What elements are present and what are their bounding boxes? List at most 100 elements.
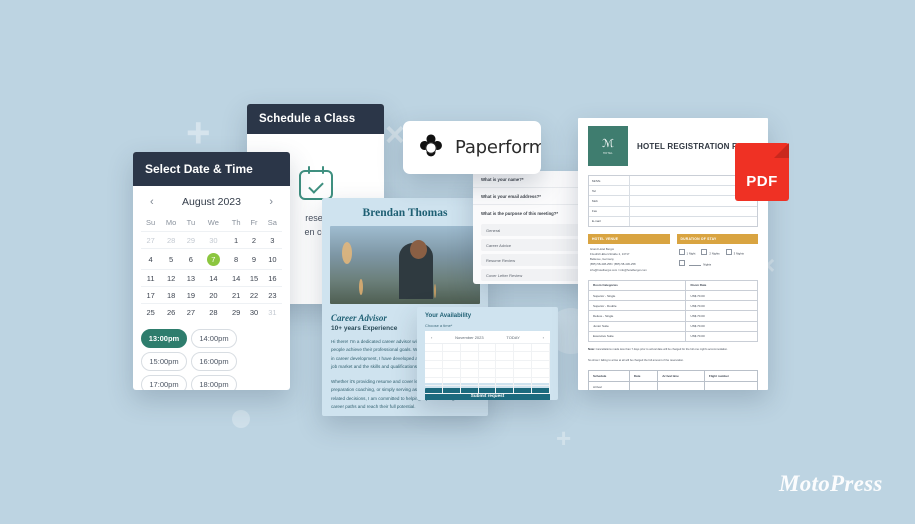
calendar-day[interactable]: 8 — [226, 248, 246, 270]
calendar-day[interactable]: 18 — [160, 286, 183, 304]
availability-day-cell[interactable] — [442, 360, 461, 370]
calendar-day[interactable]: 30 — [245, 303, 263, 320]
availability-day-cell[interactable] — [514, 369, 533, 378]
calendar-day[interactable]: 27 — [141, 231, 161, 249]
calendar-day[interactable]: 14 — [199, 269, 227, 287]
other-nights-row[interactable]: Nights — [677, 255, 759, 267]
availability-day-cell[interactable] — [514, 377, 533, 386]
checkbox-icon[interactable] — [678, 248, 685, 255]
availability-day-cell[interactable] — [425, 369, 443, 378]
nights-checkbox-item[interactable]: 1 Night — [678, 248, 695, 255]
availability-day-cell[interactable] — [478, 360, 497, 370]
calendar-day[interactable]: 25 — [141, 303, 161, 320]
purpose-option[interactable]: Career Advice› — [481, 239, 587, 251]
availability-day-cell[interactable] — [425, 360, 443, 370]
schedule-input-cell[interactable] — [703, 380, 759, 390]
availability-day-cell[interactable] — [532, 369, 550, 378]
availability-day-cell[interactable] — [496, 369, 515, 378]
calendar-day[interactable]: 6 — [182, 248, 200, 270]
nights-checkbox-item[interactable]: 3 Nights — [725, 248, 744, 255]
availability-day-cell[interactable] — [442, 369, 461, 378]
calendar-day[interactable]: 31 — [262, 303, 282, 320]
time-slot[interactable]: 18:00pm — [190, 375, 237, 390]
availability-grid[interactable] — [425, 344, 550, 395]
calendar-day-selected[interactable]: 7 — [206, 252, 220, 266]
calendar-day[interactable]: 4 — [141, 248, 161, 270]
availability-day-cell[interactable] — [478, 377, 497, 386]
availability-prev-button[interactable]: ‹ — [431, 335, 432, 340]
availability-day-cell[interactable] — [425, 344, 443, 353]
calendar-day[interactable]: 13 — [182, 269, 200, 287]
availability-day-cell[interactable] — [442, 385, 461, 395]
calendar-day[interactable]: 1 — [226, 231, 246, 249]
availability-day-cell[interactable] — [478, 369, 497, 378]
availability-day-cell[interactable] — [514, 344, 533, 353]
availability-day-cell[interactable] — [532, 385, 550, 395]
purpose-option[interactable]: Cover Letter Review› — [481, 269, 587, 281]
calendar-day[interactable]: 20 — [199, 286, 227, 304]
checkbox-icon[interactable] — [725, 248, 732, 255]
availability-day-cell[interactable] — [442, 344, 461, 353]
calendar-day[interactable]: 30 — [199, 231, 227, 249]
availability-day-cell[interactable] — [460, 352, 479, 361]
availability-day-cell[interactable] — [425, 352, 443, 361]
availability-day-cell[interactable] — [460, 369, 479, 378]
calendar-day[interactable]: 29 — [182, 231, 200, 249]
calendar-day[interactable]: 12 — [160, 269, 183, 287]
availability-day-cell[interactable] — [496, 377, 515, 386]
calendar-day[interactable]: 9 — [245, 248, 263, 270]
calendar-day[interactable]: 22 — [245, 286, 263, 304]
availability-day-cell[interactable] — [514, 352, 533, 361]
time-slot[interactable]: 13:00pm — [141, 329, 187, 348]
availability-day-cell[interactable] — [496, 344, 515, 353]
availability-day-cell[interactable] — [532, 344, 550, 353]
availability-day-cell[interactable] — [460, 385, 479, 395]
availability-next-button[interactable]: › — [543, 335, 544, 340]
purpose-option[interactable]: General› — [481, 224, 587, 236]
availability-day-cell[interactable] — [496, 385, 515, 395]
guest-details-table[interactable]: Mr/Ms Tel Mob Fax E-mail — [588, 175, 758, 227]
availability-day-cell[interactable] — [460, 377, 479, 386]
calendar-day[interactable]: 15 — [245, 269, 263, 287]
calendar-day[interactable]: 10 — [262, 248, 282, 270]
availability-day-cell[interactable] — [532, 352, 550, 361]
calendar-day[interactable]: 2 — [245, 231, 263, 249]
purpose-option[interactable]: Resume Review› — [481, 254, 587, 266]
calendar-day[interactable]: 27 — [182, 303, 200, 320]
calendar-day[interactable]: 17 — [141, 286, 161, 304]
calendar-day[interactable]: 26 — [160, 303, 183, 320]
time-slot[interactable]: 17:00pm — [141, 375, 187, 390]
availability-day-cell[interactable] — [425, 385, 443, 395]
time-slot[interactable]: 15:00pm — [141, 352, 187, 371]
availability-day-cell[interactable] — [478, 344, 497, 353]
availability-day-cell[interactable] — [514, 385, 533, 395]
availability-day-cell[interactable] — [496, 352, 515, 361]
nights-checkbox-row[interactable]: 1 Night 2 Nights 3 Nights — [677, 244, 759, 255]
availability-day-cell[interactable] — [442, 377, 461, 386]
availability-today-button[interactable]: TODAY — [506, 335, 519, 340]
calendar-day[interactable]: 3 — [262, 231, 282, 249]
schedule-input-cell[interactable] — [628, 380, 659, 390]
calendar-day[interactable]: 16 — [262, 269, 282, 287]
availability-day-cell[interactable] — [478, 352, 497, 361]
availability-day-cell[interactable] — [514, 360, 533, 370]
calendar-day[interactable]: 21 — [226, 286, 246, 304]
time-slot[interactable]: 14:00pm — [190, 329, 237, 348]
availability-day-cell[interactable] — [442, 352, 461, 361]
checkbox-icon[interactable] — [701, 248, 708, 255]
calendar-day[interactable]: 28 — [160, 231, 183, 249]
guest-detail-input[interactable] — [630, 207, 757, 216]
nights-checkbox-item[interactable]: 2 Nights — [701, 248, 720, 255]
schedule-input-cell[interactable] — [657, 380, 705, 390]
availability-day-cell[interactable] — [532, 377, 550, 386]
availability-day-cell[interactable] — [532, 360, 550, 370]
availability-day-cell[interactable] — [425, 377, 443, 386]
other-nights-checkbox[interactable] — [678, 260, 685, 267]
time-slot[interactable]: 16:00pm — [190, 352, 237, 371]
calendar-day[interactable]: 19 — [182, 286, 200, 304]
availability-day-cell[interactable] — [496, 360, 515, 370]
calendar-day[interactable]: 7 — [199, 248, 227, 270]
calendar-day[interactable]: 11 — [141, 269, 161, 287]
next-month-button[interactable]: › — [266, 196, 276, 208]
calendar-day[interactable]: 29 — [226, 303, 246, 320]
